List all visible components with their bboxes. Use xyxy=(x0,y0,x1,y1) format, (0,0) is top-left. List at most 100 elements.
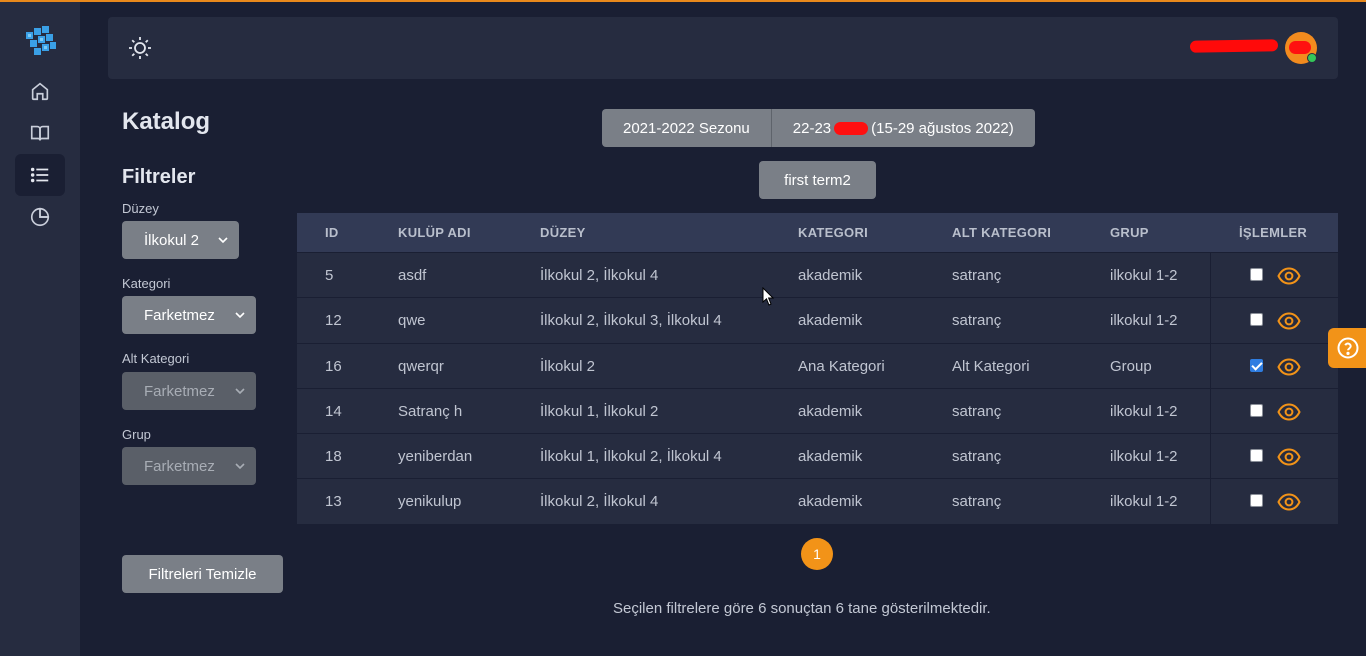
season-button-group: 2021-2022 Sezonu 22-23 (15-29 ağustos 20… xyxy=(602,109,1035,147)
eye-icon[interactable] xyxy=(1277,356,1301,378)
period-name-redaction xyxy=(834,121,869,135)
cell-name: yenikulup xyxy=(398,493,462,511)
cell-subcategory: satranç xyxy=(952,402,1002,420)
book-icon xyxy=(30,125,50,141)
period-button[interactable]: 22-23 (15-29 ağustos 2022) xyxy=(770,109,1035,147)
table-row: 18 yeniberdan İlkokul 1, İlkokul 2, İlkoku… xyxy=(297,433,1338,479)
clear-filters-button[interactable]: Filtreleri Temizle xyxy=(122,555,283,593)
chevron-down-icon xyxy=(235,463,245,470)
avatar[interactable] xyxy=(1285,32,1317,64)
cube-logo-icon[interactable] xyxy=(22,24,58,58)
cell-level: İlkokul 2 xyxy=(540,357,596,375)
cell-category: akademik xyxy=(798,267,863,284)
season-label: 2021-2022 Sezonu xyxy=(623,119,750,137)
cell-name: qwe xyxy=(398,312,426,330)
cell-category: akademik xyxy=(798,402,863,420)
header-group: GRUP xyxy=(1110,225,1149,240)
filter-category-label: Kategori xyxy=(122,276,171,291)
page-title: Katalog xyxy=(122,108,211,135)
eye-icon[interactable] xyxy=(1277,491,1301,513)
sidebar xyxy=(0,2,80,656)
header-name: KULÜP ADI xyxy=(398,225,471,240)
cell-level: İlkokul 1, İlkokul 2, İlkokul 4 xyxy=(540,448,722,466)
sidebar-item-catalog-book[interactable] xyxy=(15,112,65,154)
sidebar-item-list[interactable] xyxy=(15,154,65,196)
cell-name: Satranç h xyxy=(398,402,463,420)
eye-icon[interactable] xyxy=(1277,446,1301,468)
sidebar-item-home[interactable] xyxy=(15,70,65,112)
cell-level: İlkokul 2, İlkokul 4 xyxy=(540,493,659,511)
header-subcategory: ALT KATEGORI xyxy=(952,225,1052,240)
mouse-cursor-icon xyxy=(762,287,775,306)
table-row: 12 qwe İlkokul 2, İlkokul 3, İlkokul 4 akad… xyxy=(297,297,1338,343)
row-select-checkbox[interactable] xyxy=(1250,358,1263,372)
cell-group: ilkokul 1-2 xyxy=(1110,448,1178,466)
cell-subcategory: satranç xyxy=(952,493,1002,511)
filter-category-value: Farketmez xyxy=(144,306,215,324)
table-header: ID KULÜP ADI DÜZEY KATEGORI ALT KATEGORI… xyxy=(297,213,1338,252)
cell-id: 16 xyxy=(325,357,342,375)
filter-level-select[interactable]: İlkokul 2 xyxy=(122,221,239,259)
cell-level: İlkokul 1, İlkokul 2 xyxy=(540,402,659,420)
topbar xyxy=(108,17,1338,79)
row-select-checkbox[interactable] xyxy=(1250,494,1263,508)
cell-level: İlkokul 2, İlkokul 4 xyxy=(540,267,659,284)
term-button[interactable]: first term2 xyxy=(759,161,876,199)
filter-group-value: Farketmez xyxy=(144,457,215,475)
period-suffix: (15-29 ağustos 2022) xyxy=(871,119,1014,137)
eye-icon[interactable] xyxy=(1277,401,1301,423)
cell-group: ilkokul 1-2 xyxy=(1110,493,1178,511)
actions-separator xyxy=(1210,388,1211,434)
row-select-checkbox[interactable] xyxy=(1250,313,1263,327)
catalog-table: ID KULÜP ADI DÜZEY KATEGORI ALT KATEGORI… xyxy=(297,213,1338,524)
help-button[interactable] xyxy=(1328,328,1366,368)
sidebar-item-reports[interactable] xyxy=(15,196,65,238)
cell-group: ilkokul 1-2 xyxy=(1110,267,1178,284)
season-button[interactable]: 2021-2022 Sezonu xyxy=(602,109,771,147)
eye-icon[interactable] xyxy=(1277,310,1301,332)
pagination-page-1[interactable]: 1 xyxy=(801,538,833,570)
avatar-redaction xyxy=(1289,41,1311,54)
header-level: DÜZEY xyxy=(540,225,586,240)
cell-group: ilkokul 1-2 xyxy=(1110,402,1178,420)
cell-id: 13 xyxy=(325,493,342,511)
cell-group: Group xyxy=(1110,357,1152,375)
result-summary: Seçilen filtrelere göre 6 sonuçtan 6 tan… xyxy=(613,600,991,617)
cell-name: asdf xyxy=(398,267,427,284)
header-id: ID xyxy=(325,225,339,240)
row-select-checkbox[interactable] xyxy=(1250,449,1263,463)
filter-subcategory-label: Alt Kategori xyxy=(122,351,190,366)
actions-separator xyxy=(1210,253,1211,298)
cell-level: İlkokul 2, İlkokul 3, İlkokul 4 xyxy=(540,312,722,330)
filter-level-label: Düzey xyxy=(122,201,159,216)
chevron-down-icon xyxy=(235,388,245,395)
online-status-dot xyxy=(1307,53,1317,63)
actions-separator xyxy=(1210,343,1211,388)
row-select-checkbox[interactable] xyxy=(1250,268,1263,281)
sun-icon[interactable] xyxy=(127,35,153,61)
cell-category: akademik xyxy=(798,448,863,466)
filters-title: Filtreler xyxy=(122,166,196,188)
cell-subcategory: Alt Kategori xyxy=(952,357,1030,375)
cell-name: yeniberdan xyxy=(398,448,473,466)
cell-subcategory: satranç xyxy=(952,267,1002,284)
filter-subcategory-select[interactable]: Farketmez xyxy=(122,372,256,410)
chevron-down-icon xyxy=(235,312,245,319)
table-row: 13 yenikulup İlkokul 2, İlkokul 4 akademik s… xyxy=(297,478,1338,524)
table-row: 5 asdf İlkokul 2, İlkokul 4 akademik satranç… xyxy=(297,252,1338,298)
eye-icon[interactable] xyxy=(1277,265,1301,287)
filter-group-select[interactable]: Farketmez xyxy=(122,447,256,485)
chevron-down-icon xyxy=(218,237,228,244)
header-actions: İŞLEMLER xyxy=(1239,225,1308,240)
filter-category-select[interactable]: Farketmez xyxy=(122,296,256,334)
cell-id: 12 xyxy=(325,312,342,330)
cell-name: qwerqr xyxy=(398,357,444,375)
period-prefix: 22-23 xyxy=(792,119,832,137)
cell-subcategory: satranç xyxy=(952,448,1002,466)
row-select-checkbox[interactable] xyxy=(1250,403,1263,417)
table-row: 16 qwerqr İlkokul 2 Ana Kategori Alt Kategor… xyxy=(297,342,1338,388)
user-name-redacted[interactable] xyxy=(1189,39,1279,53)
actions-separator xyxy=(1210,298,1211,343)
header-category: KATEGORI xyxy=(798,225,869,240)
pie-chart-icon xyxy=(30,207,50,227)
